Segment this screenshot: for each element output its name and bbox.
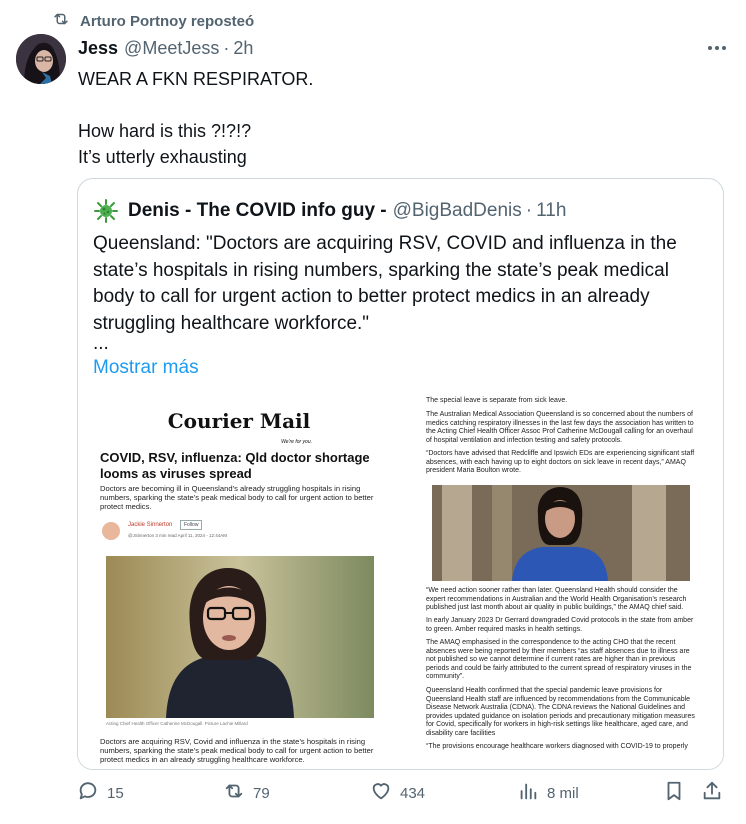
article-image[interactable]: Courier Mail We're for you. COVID, RSV, …: [78, 391, 723, 769]
article-bottom-text: Doctors are acquiring RSV, Covid and inf…: [100, 737, 374, 765]
article-paragraph: In early January 2023 Dr Gerrard downgra…: [426, 617, 694, 633]
article-meta: @JSinnerton 3 min read April 11, 2024 - …: [128, 533, 228, 538]
article-left-column: Courier Mail We're for you. COVID, RSV, …: [100, 391, 380, 769]
logo-text: Courier Mail: [167, 409, 311, 433]
follow-button: Follow: [180, 520, 203, 530]
article-photo: [106, 556, 374, 718]
quote-header: Denis - The COVID info guy - @BigBadDeni…: [94, 199, 566, 223]
logo-tagline: We're for you.: [281, 439, 312, 445]
action-bar: 15 79 434 8 mil: [77, 780, 727, 804]
views-button[interactable]: 8 mil: [517, 780, 579, 806]
like-count: 434: [400, 784, 426, 802]
article-author: Jackie Sinnerton: [128, 522, 173, 528]
article-paragraph: The AMAQ emphasised in the correspondenc…: [426, 639, 692, 681]
article-paragraph: “Doctors have advised that Redcliffe and…: [426, 450, 695, 475]
timestamp[interactable]: 2h: [233, 38, 253, 59]
author-avatar: [102, 522, 120, 540]
article-paragraph: The special leave is separate from sick …: [426, 397, 568, 404]
article-right-column: The special leave is separate from sick …: [426, 391, 698, 769]
virus-icon: [94, 199, 118, 223]
reply-count: 15: [107, 784, 124, 802]
tweet-header: Jess @MeetJess · 2h: [78, 36, 726, 60]
repost-header[interactable]: Arturo Portnoy reposteó: [52, 10, 254, 32]
share-button[interactable]: [701, 780, 723, 806]
quoted-tweet[interactable]: Denis - The COVID info guy - @BigBadDeni…: [77, 178, 724, 770]
reply-icon: [77, 780, 99, 806]
avatar[interactable]: [16, 34, 66, 84]
heart-icon: [370, 780, 392, 806]
repost-icon: [52, 10, 70, 32]
reply-button[interactable]: 15: [77, 780, 124, 806]
article-headline: COVID, RSV, influenza: Qld doctor shorta…: [100, 450, 370, 481]
like-button[interactable]: 434: [370, 780, 425, 806]
article-paragraph: The Australian Medical Association Queen…: [426, 411, 694, 444]
tweet-text: WEAR A FKN RESPIRATOR. How hard is this …: [78, 69, 314, 167]
more-options-icon[interactable]: [708, 38, 726, 58]
bookmark-icon: [663, 780, 685, 806]
views-icon: [517, 780, 539, 806]
repost-count: 79: [253, 784, 270, 802]
article-paragraph: “We need action sooner rather than later…: [426, 587, 687, 612]
view-count: 8 mil: [547, 784, 579, 802]
article-lede: Doctors are becoming ill in Queensland’s…: [100, 484, 374, 512]
courier-mail-logo: Courier Mail We're for you.: [164, 409, 314, 445]
repost-label[interactable]: Arturo Portnoy reposteó: [80, 13, 254, 30]
separator: ·: [223, 37, 230, 58]
article-byline: Jackie Sinnerton Follow @JSinnerton 3 mi…: [100, 519, 375, 545]
bookmark-button[interactable]: [663, 780, 685, 806]
quote-ellipsis: ...: [93, 333, 109, 354]
article-paragraph: “The provisions encourage healthcare wor…: [426, 743, 688, 750]
show-more-link[interactable]: Mostrar más: [93, 357, 199, 379]
quote-timestamp[interactable]: 11h: [536, 200, 566, 222]
article-photo-2: [432, 485, 690, 581]
author-name[interactable]: Jess: [78, 38, 118, 59]
repost-button[interactable]: 79: [223, 780, 270, 806]
separator: ·: [525, 200, 533, 221]
share-icon: [701, 780, 723, 806]
quote-author-name[interactable]: Denis - The COVID info guy -: [128, 200, 387, 222]
author-handle[interactable]: @MeetJess: [124, 38, 219, 59]
quote-text: Queensland: "Doctors are acquiring RSV, …: [93, 233, 677, 334]
quote-author-handle[interactable]: @BigBadDenis: [393, 200, 522, 222]
repost-icon: [223, 780, 245, 806]
article-paragraph: Queensland Health confirmed that the spe…: [426, 687, 695, 737]
photo-caption: Acting Chief Health Officer Catherine Mc…: [106, 721, 248, 726]
